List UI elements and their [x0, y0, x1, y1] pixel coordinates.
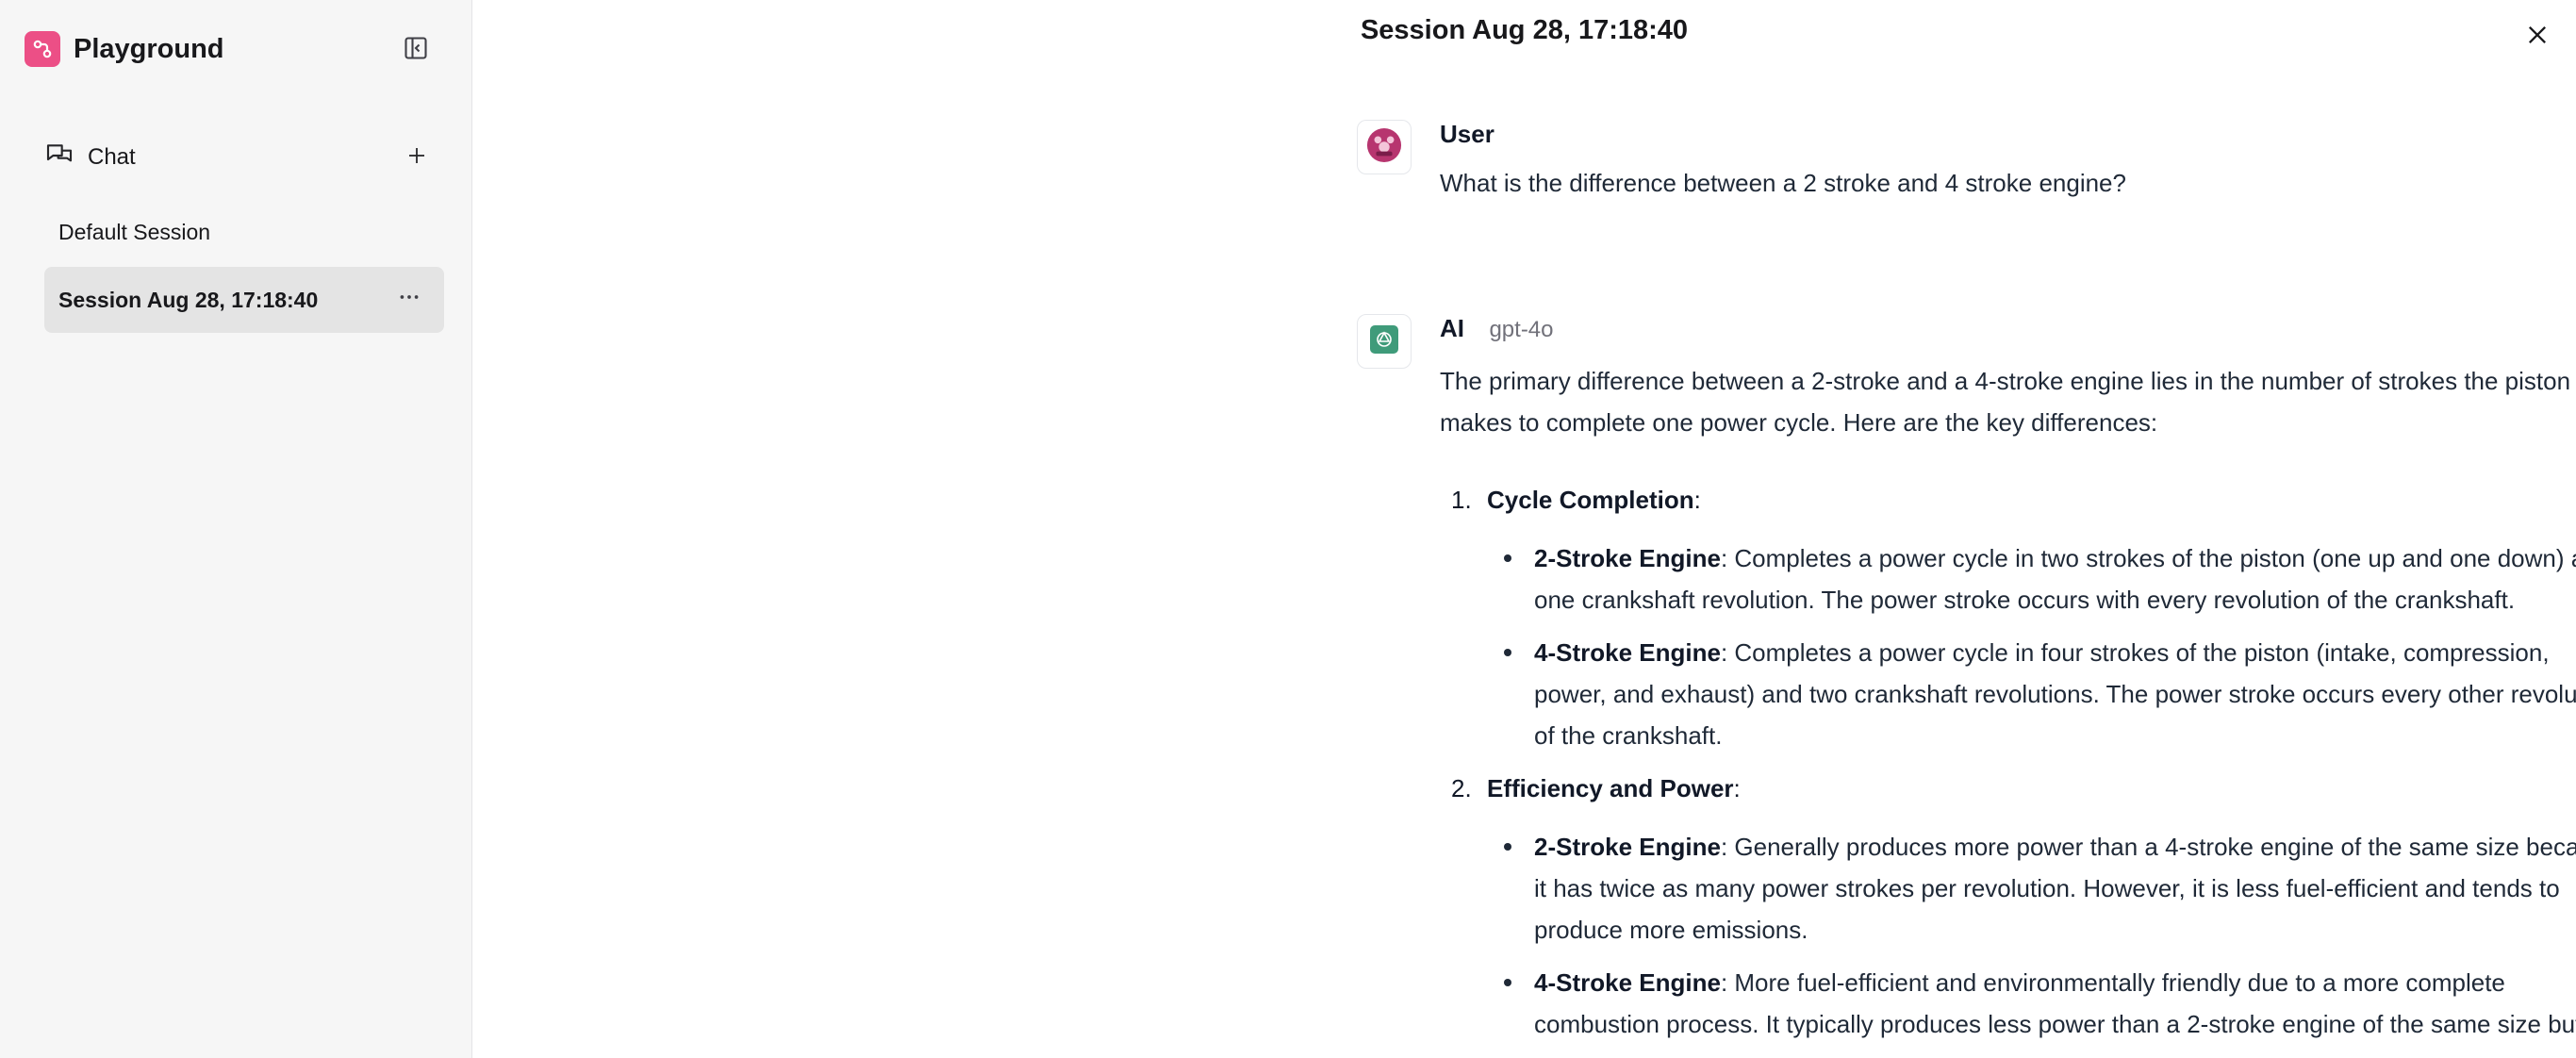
chat-bubbles-icon — [44, 141, 74, 175]
app-window: Playground Chat Default Session Session … — [0, 0, 2576, 1058]
sidebar-collapse-icon — [403, 35, 429, 66]
app-title: Playground — [74, 33, 224, 64]
sub-list: 2-Stroke Engine: Generally produces more… — [1487, 826, 2576, 1045]
chat-label: Chat — [88, 144, 136, 170]
close-icon — [2524, 22, 2551, 53]
plus-icon — [405, 144, 428, 172]
answer-list: 1. Cycle Completion: 2-Stroke Engine: Co… — [1440, 479, 2576, 1045]
sub-item-label: 2-Stroke Engine — [1534, 833, 1721, 861]
more-horizontal-icon — [397, 285, 421, 315]
session-label: Session Aug 28, 17:18:40 — [58, 287, 319, 312]
brand: Playground — [25, 31, 224, 67]
list-item-title: Cycle Completion — [1487, 486, 1694, 514]
openai-icon — [1370, 324, 1398, 358]
avatar — [1357, 314, 1412, 369]
sub-item-label: 4-Stroke Engine — [1534, 638, 1721, 667]
page-title: Session Aug 28, 17:18:40 — [1360, 15, 1689, 45]
sub-item-label: 4-Stroke Engine — [1534, 968, 1721, 997]
chat-main: Session Aug 28, 17:18:40 User What is th… — [472, 0, 2576, 1058]
sub-list: 2-Stroke Engine: Completes a power cycle… — [1487, 537, 2576, 756]
sidebar: Playground Chat Default Session Session … — [0, 0, 472, 1058]
message-text: What is the difference between a 2 strok… — [1440, 169, 2126, 197]
collapse-sidebar-button[interactable] — [400, 34, 432, 66]
session-options-button[interactable] — [393, 284, 425, 316]
new-chat-button[interactable] — [401, 141, 433, 174]
message-text: The primary difference between a 2-strok… — [1440, 367, 2571, 437]
chat-section-header: Chat — [44, 140, 438, 175]
list-item: 2. Efficiency and Power: 2-Stroke Engine… — [1440, 768, 2576, 1045]
playground-logo-icon — [25, 31, 60, 67]
sub-list-item: 4-Stroke Engine: Completes a power cycle… — [1487, 632, 2576, 756]
close-button[interactable] — [2521, 21, 2553, 53]
sub-list-item: 4-Stroke Engine: More fuel-efficient and… — [1487, 962, 2576, 1045]
avatar — [1357, 120, 1412, 174]
list-number: 1. — [1451, 486, 1472, 514]
list-item-title: Efficiency and Power — [1487, 774, 1734, 802]
sub-item-label: 2-Stroke Engine — [1534, 544, 1721, 572]
list-item: 1. Cycle Completion: 2-Stroke Engine: Co… — [1440, 479, 2576, 756]
model-badge: gpt-4o — [1489, 317, 1554, 342]
sub-list-item: 2-Stroke Engine: Completes a power cycle… — [1487, 537, 2576, 620]
user-avatar-icon — [1366, 127, 1402, 168]
session-label: Default Session — [58, 219, 211, 244]
sub-list-item: 2-Stroke Engine: Generally produces more… — [1487, 826, 2576, 951]
session-item-active[interactable]: Session Aug 28, 17:18:40 — [44, 267, 444, 333]
list-number: 2. — [1451, 774, 1472, 802]
session-item-default[interactable]: Default Session — [44, 199, 444, 265]
message-sender: User — [1440, 120, 1494, 148]
message-sender: AI — [1440, 314, 1464, 342]
